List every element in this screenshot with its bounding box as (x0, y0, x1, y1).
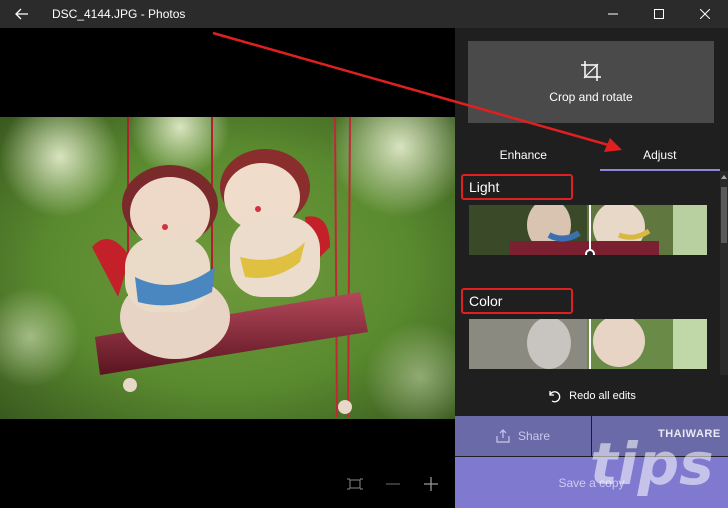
fit-screen-icon (347, 478, 363, 490)
close-button[interactable] (682, 0, 728, 28)
scrollbar-thumb[interactable] (721, 187, 727, 243)
color-section-label: Color (461, 288, 573, 314)
redo-all-edits-label: Redo all edits (569, 390, 636, 402)
viewer-toolbar (345, 474, 441, 494)
adjust-list: Light Color (455, 171, 720, 375)
light-slider[interactable] (469, 205, 707, 255)
redo-all-edits-button[interactable]: Redo all edits (455, 380, 728, 412)
close-icon (700, 9, 710, 19)
tab-adjust[interactable]: Adjust (592, 138, 728, 171)
crop-and-rotate-button[interactable]: Crop and rotate (468, 41, 714, 123)
adjust-scrollbar[interactable] (720, 171, 728, 375)
zoom-in-button[interactable] (421, 474, 441, 494)
undo-icon (549, 391, 561, 403)
fit-screen-button[interactable] (345, 474, 365, 494)
share-label: Share (517, 429, 551, 443)
title-bar: DSC_4144.JPG - Photos (0, 0, 728, 28)
back-button[interactable] (0, 0, 44, 28)
maximize-icon (654, 9, 664, 19)
light-section-label: Light (461, 174, 573, 200)
crop-and-rotate-label: Crop and rotate (549, 90, 633, 104)
light-slider-thumb[interactable] (585, 249, 595, 255)
window-controls (590, 0, 728, 28)
share-icon (496, 429, 510, 443)
edit-tabs: Enhance Adjust (455, 138, 728, 171)
minimize-button[interactable] (590, 0, 636, 28)
svg-text:tips: tips (590, 430, 714, 498)
zoom-out-icon (386, 483, 400, 485)
photo (0, 117, 455, 419)
share-button[interactable]: Share (455, 416, 591, 456)
image-viewer (0, 28, 455, 508)
zoom-in-icon (424, 477, 438, 491)
scroll-up-icon (721, 175, 727, 179)
light-slider-handle-line (589, 205, 591, 255)
back-arrow-icon (15, 8, 28, 20)
color-slider-handle-line (589, 319, 591, 369)
maximize-button[interactable] (636, 0, 682, 28)
minimize-icon (608, 13, 618, 15)
color-slider[interactable] (469, 319, 707, 369)
crop-icon (581, 61, 601, 81)
window-title: DSC_4144.JPG - Photos (52, 7, 186, 21)
thaiware-watermark: THAIWARE (658, 428, 721, 440)
zoom-out-button[interactable] (383, 474, 403, 494)
tab-enhance[interactable]: Enhance (455, 138, 592, 171)
